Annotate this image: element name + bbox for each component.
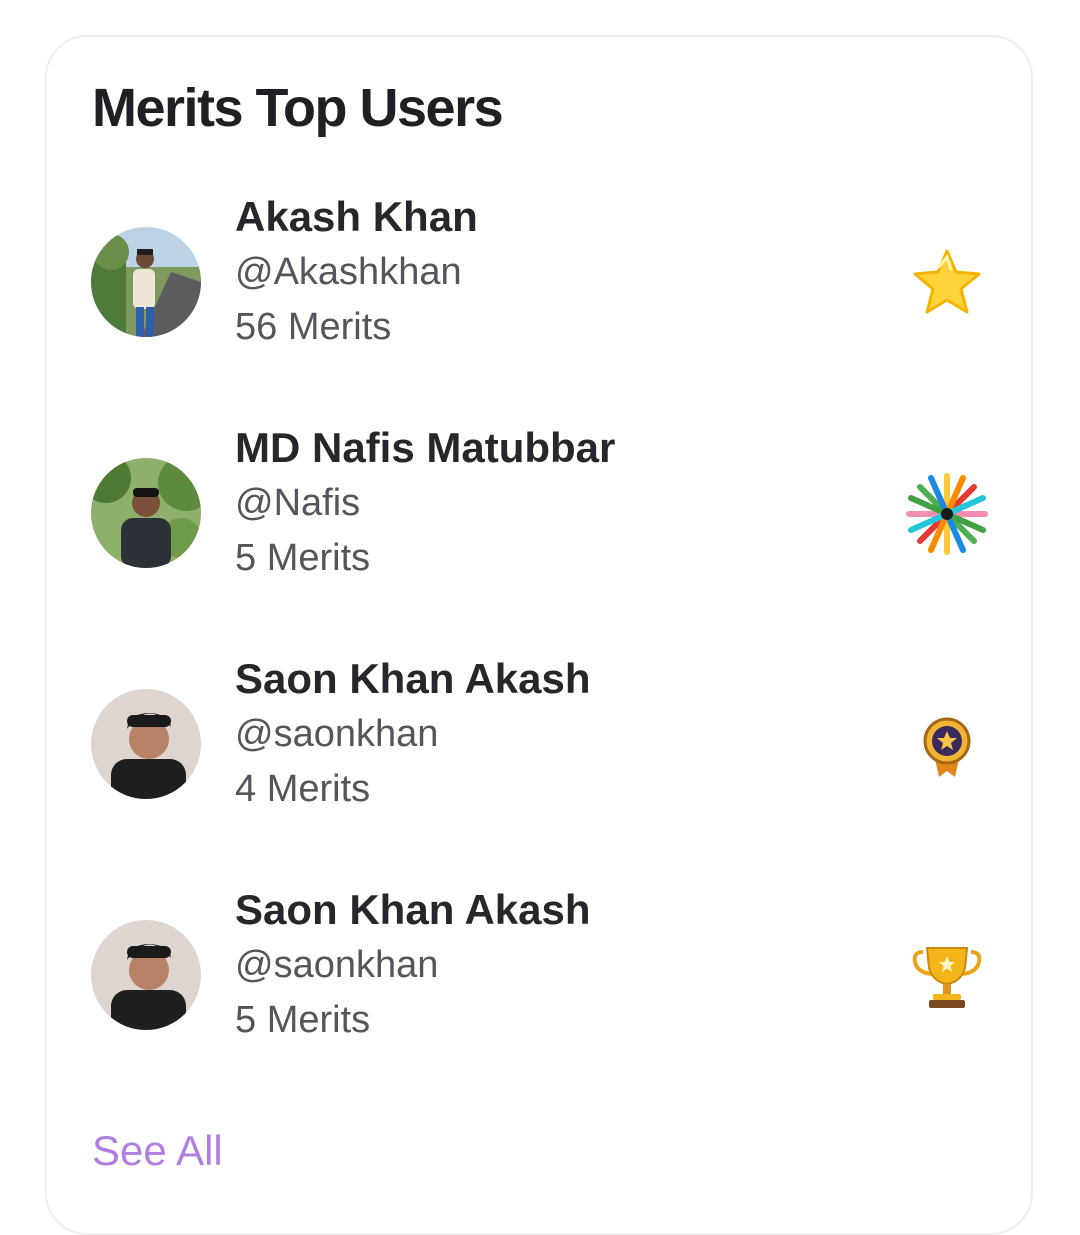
- user-row-3[interactable]: Saon Khan Akash @saonkhan 4 Merits: [47, 649, 1033, 839]
- star-icon: [909, 245, 985, 321]
- user-handle: @Akashkhan: [235, 251, 462, 293]
- trophy-icon: [909, 938, 985, 1014]
- user-merits: 4 Merits: [235, 768, 371, 810]
- user-avatar[interactable]: [91, 227, 201, 337]
- medal-icon: [909, 707, 985, 783]
- user-handle: @saonkhan: [235, 944, 439, 986]
- user-row-1[interactable]: Akash Khan @Akashkhan 56 Merits: [47, 187, 1033, 377]
- user-row-4[interactable]: Saon Khan Akash @saonkhan 5 Merits: [47, 880, 1033, 1070]
- user-handle: @saonkhan: [235, 713, 439, 755]
- user-handle: @Nafis: [235, 482, 361, 524]
- user-avatar[interactable]: [91, 689, 201, 799]
- user-name[interactable]: Saon Khan Akash: [235, 886, 591, 934]
- user-merits: 56 Merits: [235, 306, 392, 348]
- user-name[interactable]: Akash Khan: [235, 193, 478, 241]
- user-merits: 5 Merits: [235, 999, 371, 1041]
- user-row-2[interactable]: MD Nafis Matubbar @Nafis 5 Merits: [47, 418, 1033, 608]
- user-name[interactable]: MD Nafis Matubbar: [235, 424, 615, 472]
- user-merits: 5 Merits: [235, 537, 371, 579]
- user-avatar[interactable]: [91, 920, 201, 1030]
- see-all-link[interactable]: See All: [92, 1127, 223, 1175]
- starburst-icon: [906, 473, 988, 555]
- user-name[interactable]: Saon Khan Akash: [235, 655, 591, 703]
- user-avatar[interactable]: [91, 458, 201, 568]
- merits-top-users-card: Merits Top Users Akash Khan @Akashkhan 5…: [45, 35, 1033, 1235]
- card-title: Merits Top Users: [92, 78, 504, 138]
